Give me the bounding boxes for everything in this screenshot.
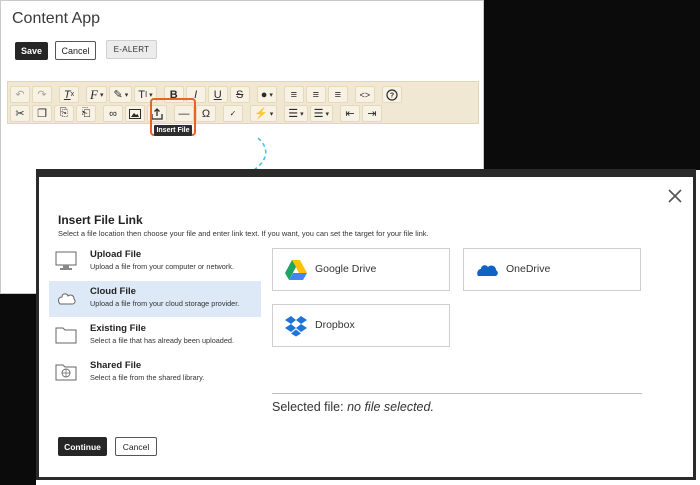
save-button[interactable]: Save [15,42,48,60]
selected-file-label: Selected file: [272,400,344,414]
provider-google-drive[interactable]: Google Drive [272,248,450,291]
dialog-title: Insert File Link [58,213,143,227]
clear-format-icon[interactable]: Tx [59,86,79,103]
align-left-icon[interactable]: ≡ [283,86,304,103]
selected-file-status: Selected file: no file selected. [272,400,434,414]
provider-onedrive[interactable]: OneDrive [463,248,641,291]
provider-label: Google Drive [315,263,377,275]
source-desc: Upload a file from your cloud storage pr… [90,299,240,308]
source-upload-file[interactable]: Upload File Upload a file from your comp… [49,244,261,280]
link-icon[interactable]: ∞ [103,105,123,122]
backdrop-left [0,294,36,485]
align-center-icon[interactable]: ≡ [305,86,326,103]
source-existing-file[interactable]: Existing File Select a file that has alr… [49,318,261,354]
cloud-icon [58,293,76,305]
align-right-icon[interactable]: ≡ [327,86,348,103]
continue-button[interactable]: Continue [58,437,107,456]
svg-text:?: ? [390,92,394,99]
quick-action-icon[interactable]: ⚡ [250,105,278,122]
provider-dropbox[interactable]: Dropbox [272,304,450,347]
font-family-icon[interactable]: F [86,86,108,103]
source-list: Upload File Upload a file from your comp… [49,244,261,392]
redo-icon[interactable]: ↷ [32,86,52,103]
backdrop-right [484,0,700,170]
toolbar-row-1: ↶ ↷ Tx F ✎ TI B I U S ● ≡ ≡ ≡ <> ? [10,85,404,104]
source-name: Shared File [90,360,142,371]
close-icon[interactable] [665,186,685,206]
insert-file-link-dialog: Insert File Link Select a file location … [36,169,696,480]
indent-icon[interactable]: ⇥ [362,105,382,122]
image-icon[interactable] [125,105,145,122]
folder-icon [55,327,77,344]
underline-icon[interactable]: U [207,86,228,103]
monitor-icon [55,251,77,270]
source-name: Upload File [90,249,142,260]
provider-label: Dropbox [315,319,355,331]
google-drive-icon [285,260,307,280]
toolbar-row-2: ✂ ❐ ⎘ ⎗ ∞ — Ω ✓ ⚡ ☰ ☰ ⇤ ⇥ [10,104,384,123]
dialog-description: Select a file location then choose your … [58,229,429,238]
outdent-icon[interactable]: ⇤ [340,105,360,122]
help-icon[interactable]: ? [381,86,402,103]
paste-text-icon[interactable]: ⎗ [76,105,96,122]
provider-label: OneDrive [506,263,551,275]
ealert-button[interactable]: E-ALERT [106,40,157,59]
highlight-icon[interactable]: ● [256,86,277,103]
editor-toolbar: ↶ ↷ Tx F ✎ TI B I U S ● ≡ ≡ ≡ <> ? ✂ ❐ ⎘… [7,81,479,124]
spellcheck-icon[interactable]: ✓ [223,105,243,122]
selected-file-divider [272,393,642,394]
numbered-list-icon[interactable]: ☰ [309,105,333,122]
source-desc: Upload a file from your computer or netw… [90,262,234,271]
dialog-cancel-button[interactable]: Cancel [115,437,157,456]
copy-icon[interactable]: ❐ [32,105,52,122]
special-char-icon[interactable]: Ω [196,105,216,122]
paste-icon[interactable]: ⎘ [54,105,74,122]
bullet-list-icon[interactable]: ☰ [284,105,308,122]
insert-file-tooltip: Insert File [154,125,192,136]
app-title: Content App [12,10,101,27]
dropbox-icon [285,316,307,337]
source-name: Existing File [90,323,146,334]
source-code-icon[interactable]: <> [354,86,375,103]
source-shared-file[interactable]: Shared File Select a file from the share… [49,355,261,391]
dialog-top-edge [39,172,693,177]
selected-file-value: no file selected. [347,400,434,414]
strikethrough-icon[interactable]: S [229,86,250,103]
text-color-icon[interactable]: ✎ [109,86,133,103]
onedrive-icon [477,265,498,276]
source-desc: Select a file that has already been uplo… [90,336,235,345]
cancel-button[interactable]: Cancel [55,41,96,60]
undo-icon[interactable]: ↶ [10,86,30,103]
source-name: Cloud File [90,286,136,297]
source-cloud-file[interactable]: Cloud File Upload a file from your cloud… [49,281,261,317]
shared-folder-icon [55,364,77,381]
source-desc: Select a file from the shared library. [90,373,205,382]
cut-icon[interactable]: ✂ [10,105,30,122]
